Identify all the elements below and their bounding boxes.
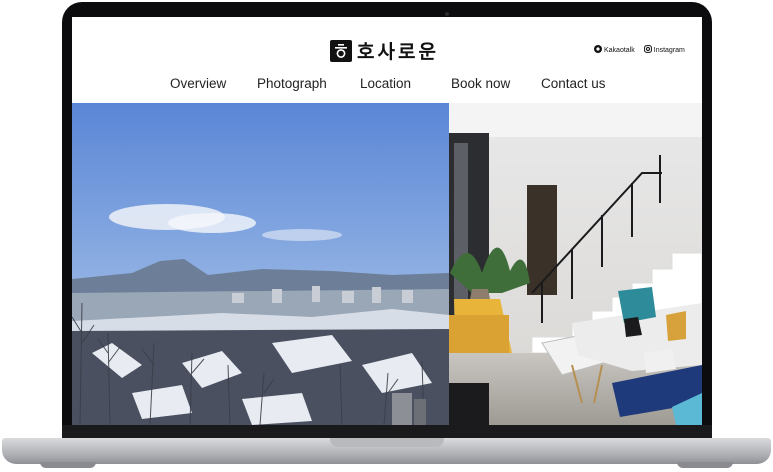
instagram-icon bbox=[643, 45, 652, 55]
brand-name: 호사로운 bbox=[357, 41, 439, 63]
site-header: 호사로운 Kakaotalk Instagram Overview Photog… bbox=[72, 17, 702, 103]
living-room-photo bbox=[449, 103, 702, 425]
social-links: Kakaotalk Instagram bbox=[594, 45, 685, 55]
laptop-foot-right bbox=[677, 462, 733, 468]
hangul-logo-icon bbox=[330, 39, 352, 62]
nav-book-now[interactable]: Book now bbox=[451, 76, 510, 91]
main-nav: Overview Photograph Location Book now Co… bbox=[72, 73, 702, 97]
instagram-label: Instagram bbox=[653, 46, 685, 54]
brand-logo[interactable]: 호사로운 bbox=[330, 37, 439, 64]
kakaotalk-icon bbox=[594, 45, 602, 55]
nav-overview[interactable]: Overview bbox=[170, 76, 226, 91]
instagram-link[interactable]: Instagram bbox=[643, 45, 685, 55]
webcam bbox=[445, 12, 449, 16]
kakaotalk-label: Kakaotalk bbox=[604, 46, 635, 54]
mountain-city-photo bbox=[72, 103, 449, 425]
nav-location[interactable]: Location bbox=[360, 76, 411, 91]
laptop-notch bbox=[330, 438, 444, 447]
kakaotalk-link[interactable]: Kakaotalk bbox=[594, 45, 635, 55]
nav-photograph[interactable]: Photograph bbox=[257, 76, 327, 91]
laptop-foot-left bbox=[40, 462, 96, 468]
hero-photos bbox=[72, 103, 702, 425]
laptop-screen: 호사로운 Kakaotalk Instagram Overview Photog… bbox=[72, 17, 702, 425]
nav-contact-us[interactable]: Contact us bbox=[541, 76, 606, 91]
